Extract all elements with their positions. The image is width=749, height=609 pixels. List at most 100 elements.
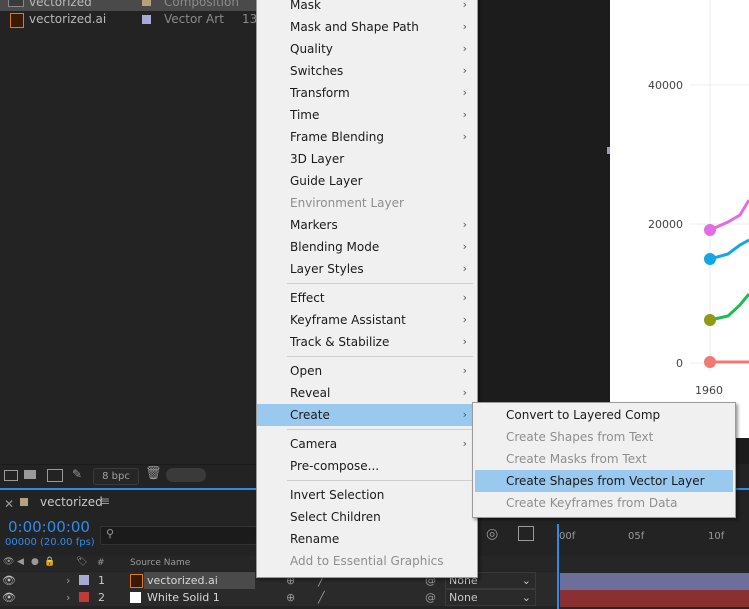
create-submenu: Convert to Layered Comp Create Shapes fr…: [472, 402, 736, 518]
submenu-item-create-masks-from-text: Create Masks from Text: [506, 452, 647, 466]
visibility-eye-icon[interactable]: 👁: [2, 572, 16, 589]
parent-select[interactable]: None ⌄: [445, 589, 536, 606]
illustrator-file-icon: [130, 574, 143, 588]
panel-menu-icon[interactable]: ≡: [100, 494, 110, 508]
timeline-tab[interactable]: vectorized: [40, 495, 103, 509]
menu-item-blending-mode[interactable]: Blending Mode ›: [257, 236, 477, 258]
layer-name[interactable]: White Solid 1: [147, 589, 220, 606]
menu-item-reveal[interactable]: Reveal ›: [257, 382, 477, 404]
new-folder-icon[interactable]: [24, 470, 36, 479]
layer-label-swatch[interactable]: [79, 592, 89, 602]
project-item-composition[interactable]: vectorized Composition: [0, 0, 256, 11]
submenu-arrow-icon: ›: [462, 386, 467, 399]
quality-switch-icon[interactable]: ╱: [318, 589, 325, 606]
menu-separator: [287, 429, 473, 430]
menu-item-transform[interactable]: Transform ›: [257, 82, 477, 104]
expand-chevron-icon[interactable]: ›: [66, 572, 70, 589]
close-icon[interactable]: ✕: [4, 497, 14, 511]
lock-icon[interactable]: 🔒: [44, 557, 55, 567]
interpret-footage-icon[interactable]: [4, 470, 18, 481]
menu-item-switches[interactable]: Switches ›: [257, 60, 477, 82]
eye-icon[interactable]: 👁: [3, 557, 14, 567]
submenu-arrow-icon: ›: [462, 218, 467, 231]
submenu-arrow-icon: ›: [462, 64, 467, 77]
pink-line: [709, 199, 749, 232]
menu-item-frame-blending[interactable]: Frame Blending ›: [257, 126, 477, 148]
label-icon[interactable]: 🏷: [76, 557, 87, 567]
submenu-arrow-icon: ›: [462, 364, 467, 377]
submenu-arrow-icon: ›: [462, 437, 467, 450]
chevron-down-icon: ⌄: [521, 574, 531, 587]
parent-pickwhip-icon[interactable]: @: [425, 589, 436, 606]
submenu-arrow-icon: ›: [462, 0, 467, 11]
menu-item-pre-compose[interactable]: Pre-compose...: [257, 455, 477, 477]
menu-item-open[interactable]: Open ›: [257, 360, 477, 382]
menu-item-rename[interactable]: Rename: [257, 528, 477, 550]
graph-editor-icon[interactable]: [518, 526, 534, 541]
menu-item-camera[interactable]: Camera ›: [257, 433, 477, 455]
motion-blur-icon[interactable]: ◎: [486, 526, 498, 542]
menu-item-create[interactable]: Create ›: [257, 404, 477, 426]
frame-rate-display: 00000 (20.00 fps): [5, 537, 95, 548]
ruler-label: 05f: [628, 531, 645, 542]
y-tick-label: 40000: [648, 79, 683, 92]
project-item-type: Composition: [164, 0, 239, 9]
menu-item-markers[interactable]: Markers ›: [257, 214, 477, 236]
solo-icon[interactable]: ●: [31, 557, 39, 567]
audio-icon[interactable]: ◀: [17, 557, 24, 567]
shy-switch-icon[interactable]: ⊕: [286, 589, 295, 606]
menu-item-keyframe-assistant[interactable]: Keyframe Assistant ›: [257, 309, 477, 331]
menu-item-invert-selection[interactable]: Invert Selection: [257, 484, 477, 506]
red-point: [704, 356, 716, 368]
ruler-label: 10f: [708, 531, 725, 542]
green-line: [709, 293, 749, 322]
menu-item-layer-styles[interactable]: Layer Styles ›: [257, 258, 477, 280]
menu-item-time[interactable]: Time ›: [257, 104, 477, 126]
source-name-header[interactable]: Source Name: [130, 558, 190, 568]
visibility-eye-icon[interactable]: 👁: [2, 589, 16, 606]
current-time-display[interactable]: 0:00:00:00: [8, 518, 90, 536]
current-time-indicator[interactable]: [557, 524, 559, 609]
layer-duration-bar[interactable]: [560, 573, 749, 590]
menu-item-mask[interactable]: Mask ›: [257, 0, 477, 16]
toolbar-slider[interactable]: [166, 468, 206, 482]
layer-duration-bar[interactable]: [560, 590, 749, 607]
menu-item-quality[interactable]: Quality ›: [257, 38, 477, 60]
submenu-arrow-icon: ›: [462, 240, 467, 253]
layer-row-2[interactable]: 👁 › 2 White Solid 1 ⊕ ╱ @ None ⌄: [0, 589, 560, 606]
x-tick-label: 1960: [695, 384, 723, 397]
illustrator-file-icon: [10, 13, 24, 28]
menu-item-select-children[interactable]: Select Children: [257, 506, 477, 528]
composition-icon: [8, 0, 24, 7]
project-item-name: vectorized.ai: [29, 12, 107, 26]
timeline-search-input[interactable]: ⚲: [100, 526, 257, 545]
menu-item-track-stabilize[interactable]: Track & Stabilize ›: [257, 331, 477, 353]
menu-separator: [287, 480, 473, 481]
layer-label-swatch[interactable]: [79, 575, 89, 585]
menu-item-guide-layer[interactable]: Guide Layer: [257, 170, 477, 192]
layer-number: 1: [98, 574, 105, 587]
menu-separator: [287, 283, 473, 284]
time-ruler[interactable]: 00f 05f 10f: [555, 520, 749, 554]
new-composition-icon[interactable]: [47, 469, 63, 482]
trash-icon[interactable]: 🗑: [145, 466, 162, 481]
parent-value: None: [449, 591, 478, 604]
blue-line: [709, 238, 749, 261]
menu-item-environment-layer: Environment Layer: [290, 196, 404, 210]
layer-name[interactable]: vectorized.ai: [144, 572, 255, 589]
comp-label-swatch: [20, 498, 28, 506]
expand-chevron-icon[interactable]: ›: [66, 589, 70, 606]
submenu-arrow-icon: ›: [462, 313, 467, 326]
menu-item-3d-layer[interactable]: 3D Layer: [257, 148, 477, 170]
submenu-item-create-keyframes-from-data: Create Keyframes from Data: [506, 496, 678, 510]
adjust-settings-icon[interactable]: ✎: [72, 467, 82, 481]
project-item-vector-art[interactable]: vectorized.ai Vector Art 132: [0, 11, 265, 28]
chevron-down-icon: ⌄: [521, 591, 531, 604]
bit-depth-button[interactable]: 8 bpc: [93, 468, 139, 485]
submenu-item-convert-to-layered-comp[interactable]: Convert to Layered Comp: [473, 404, 735, 426]
submenu-arrow-icon: ›: [462, 291, 467, 304]
submenu-item-create-shapes-from-vector-layer[interactable]: Create Shapes from Vector Layer: [475, 470, 733, 492]
menu-item-effect[interactable]: Effect ›: [257, 287, 477, 309]
ruler-label: 00f: [559, 531, 576, 542]
menu-item-mask-and-shape-path[interactable]: Mask and Shape Path ›: [257, 16, 477, 38]
